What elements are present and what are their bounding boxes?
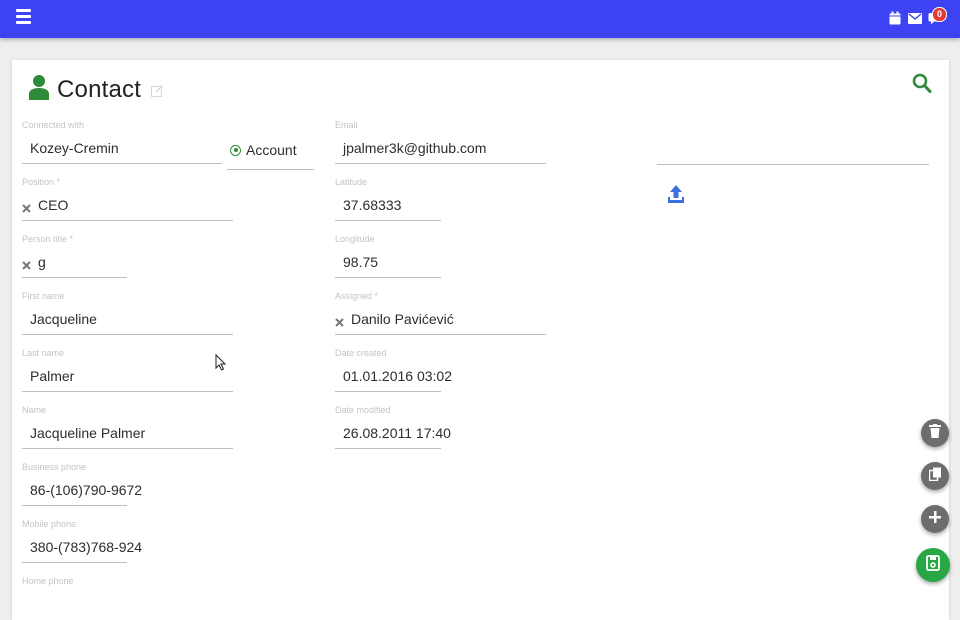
- field-underline: [335, 448, 441, 449]
- mobile-phone-field[interactable]: Mobile phone 380-(783)768-924: [22, 519, 142, 569]
- email-value: jpalmer3k@github.com: [343, 140, 487, 156]
- mobile-phone-value: 380-(783)768-924: [30, 539, 143, 555]
- position-value: CEO: [38, 197, 69, 213]
- name-label: Name: [22, 405, 47, 415]
- first-name-label: First name: [22, 291, 65, 301]
- business-phone-value: 86-(106)790-9672: [30, 482, 143, 498]
- field-underline: [335, 277, 441, 278]
- home-phone-label: Home phone: [22, 576, 74, 586]
- trash-icon: [929, 423, 941, 443]
- field-underline: [335, 391, 441, 392]
- account-radio-label: Account: [246, 142, 297, 158]
- save-button[interactable]: [916, 548, 950, 582]
- plus-icon: [929, 510, 941, 528]
- connected-with-field[interactable]: Connected with Kozey-Cremin: [22, 120, 222, 170]
- email-label: Email: [335, 120, 358, 130]
- field-underline: [335, 163, 546, 164]
- position-field[interactable]: Position * CEO: [22, 177, 233, 227]
- assigned-field[interactable]: Assigned * Danilo Pavićević: [335, 291, 546, 341]
- email-field[interactable]: Email jpalmer3k@github.com: [335, 120, 546, 170]
- last-name-label: Last name: [22, 348, 65, 358]
- latitude-value: 37.68333: [343, 197, 402, 213]
- add-button[interactable]: [921, 505, 949, 533]
- search-icon[interactable]: [912, 73, 932, 99]
- save-icon: [926, 554, 940, 576]
- top-icons: 0: [888, 7, 947, 29]
- field-underline: [22, 334, 233, 335]
- account-radio-option[interactable]: Account: [230, 142, 297, 158]
- copy-icon: [928, 467, 942, 486]
- date-created-field[interactable]: Date created 01.01.2016 03:02: [335, 348, 452, 398]
- top-app-bar: 0: [0, 0, 960, 38]
- field-underline: [22, 163, 222, 164]
- latitude-label: Latitude: [335, 177, 368, 187]
- radio-selected-icon: [230, 144, 241, 156]
- contact-card: Contact Connected with Kozey-Cremin Acco…: [12, 60, 949, 620]
- delete-button[interactable]: [921, 419, 949, 447]
- page-title: Contact: [57, 75, 142, 103]
- clear-position-icon[interactable]: [22, 200, 31, 218]
- clear-person-title-icon[interactable]: [22, 257, 31, 275]
- field-underline: [22, 391, 233, 392]
- date-modified-value: 26.08.2011 17:40: [343, 425, 451, 441]
- chat-notifications-icon[interactable]: 0: [928, 7, 947, 25]
- date-created-label: Date created: [335, 348, 387, 358]
- business-phone-label: Business phone: [22, 462, 87, 472]
- upload-field-underline: [657, 164, 929, 165]
- upload-icon[interactable]: [668, 184, 684, 209]
- mouse-cursor-icon: [215, 353, 227, 376]
- connected-with-label: Connected with: [22, 120, 85, 130]
- last-name-field[interactable]: Last name Palmer: [22, 348, 233, 398]
- assigned-label: Assigned *: [335, 291, 379, 301]
- position-label: Position *: [22, 177, 61, 187]
- clear-assigned-icon[interactable]: [335, 314, 344, 332]
- edit-icon[interactable]: [151, 84, 164, 102]
- field-underline: [335, 334, 546, 335]
- longitude-label: Longitude: [335, 234, 375, 244]
- field-underline: [22, 448, 233, 449]
- copy-button[interactable]: [921, 462, 949, 490]
- last-name-value: Palmer: [30, 368, 75, 384]
- field-underline: [22, 220, 233, 221]
- notification-badge: 0: [932, 7, 947, 22]
- business-phone-field[interactable]: Business phone 86-(106)790-9672: [22, 462, 142, 512]
- name-value: Jacqueline Palmer: [30, 425, 146, 441]
- field-underline: [22, 277, 127, 278]
- field-underline: [335, 220, 441, 221]
- field-underline: [22, 562, 127, 563]
- person-title-value: g: [38, 254, 46, 270]
- hamburger-menu-icon[interactable]: [16, 9, 31, 25]
- person-icon: [29, 74, 49, 105]
- latitude-field[interactable]: Latitude 37.68333: [335, 177, 441, 227]
- card-header: Contact: [29, 74, 164, 105]
- first-name-field[interactable]: First name Jacqueline: [22, 291, 233, 341]
- date-modified-field[interactable]: Date modified 26.08.2011 17:40: [335, 405, 451, 455]
- calendar-icon[interactable]: [888, 11, 902, 25]
- longitude-field[interactable]: Longitude 98.75: [335, 234, 441, 284]
- first-name-value: Jacqueline: [30, 311, 97, 327]
- person-title-field[interactable]: Person title * g: [22, 234, 127, 284]
- field-underline: [22, 505, 127, 506]
- mobile-phone-label: Mobile phone: [22, 519, 77, 529]
- mail-icon[interactable]: [908, 11, 922, 25]
- name-field[interactable]: Name Jacqueline Palmer: [22, 405, 233, 455]
- assigned-value: Danilo Pavićević: [351, 311, 454, 327]
- person-title-label: Person title *: [22, 234, 74, 244]
- date-modified-label: Date modified: [335, 405, 391, 415]
- date-created-value: 01.01.2016 03:02: [343, 368, 452, 384]
- connected-with-value: Kozey-Cremin: [30, 140, 119, 156]
- account-underline: [227, 169, 314, 170]
- home-phone-field[interactable]: Home phone: [22, 576, 127, 600]
- longitude-value: 98.75: [343, 254, 379, 270]
